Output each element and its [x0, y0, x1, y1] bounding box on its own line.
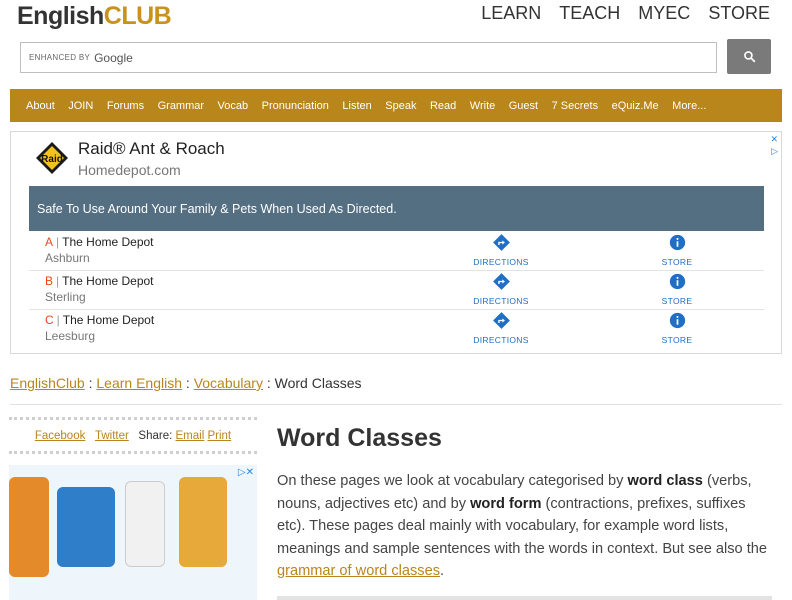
ad-store-name: B | The Home Depot: [45, 274, 154, 288]
breadcrumb-vocabulary[interactable]: Vocabulary: [194, 375, 263, 391]
info-icon: [669, 312, 685, 329]
top-nav-teach[interactable]: TEACH: [559, 3, 620, 24]
store-info-button[interactable]: STORE: [637, 312, 717, 345]
ad-store-row[interactable]: B | The Home Depot Sterling DIRECTIONS STO…: [29, 271, 764, 310]
breadcrumb-separator: :: [84, 375, 97, 391]
one-a-day-bottle: [9, 477, 49, 577]
directions-button[interactable]: DIRECTIONS: [461, 234, 541, 267]
logo-club: CLUB: [103, 2, 172, 30]
melatonin-bottle: [125, 481, 165, 567]
store-city: Sterling: [45, 290, 86, 304]
directions-label: DIRECTIONS: [473, 257, 529, 267]
ad-store-row[interactable]: C | The Home Depot Leesburg DIRECTIONS STO…: [29, 310, 764, 349]
svg-text:Raid: Raid: [41, 154, 63, 165]
info-icon: [669, 234, 685, 251]
store-city: Ashburn: [45, 251, 90, 265]
store-info-button[interactable]: STORE: [637, 273, 717, 306]
multivitamin-bottle: [57, 487, 115, 567]
store-name: The Home Depot: [62, 235, 154, 249]
directions-label: DIRECTIONS: [473, 296, 529, 306]
nav-listen[interactable]: Listen: [342, 100, 371, 112]
search-icon: [743, 51, 755, 63]
info-icon: [669, 273, 685, 290]
ad-store-list: A | The Home Depot Ashburn DIRECTIONS STOR…: [29, 232, 764, 349]
search-provider-label: Google: [94, 50, 133, 65]
sidebar-ad-image[interactable]: ▷✕: [9, 465, 257, 600]
store-letter: A: [45, 235, 54, 249]
breadcrumb-current: Word Classes: [274, 375, 362, 391]
breadcrumb-separator: :: [182, 375, 194, 391]
ad-domain[interactable]: Homedepot.com: [78, 162, 181, 178]
grammar-word-classes-link[interactable]: grammar of word classes: [277, 563, 440, 579]
nav-pronunciation[interactable]: Pronunciation: [262, 100, 329, 112]
breadcrumb-englishclub[interactable]: EnglishClub: [10, 375, 85, 391]
term-word-form: word form: [470, 495, 542, 512]
nav-equiz[interactable]: eQuiz.Me: [612, 100, 659, 112]
nav-join[interactable]: JOIN: [68, 100, 93, 112]
search-input[interactable]: ENHANCED BY Google: [20, 42, 717, 73]
store-name: The Home Depot: [62, 274, 154, 288]
ad-choices-icon[interactable]: ✕: [770, 134, 778, 145]
store-label: STORE: [661, 257, 693, 267]
store-letter: C: [45, 313, 54, 327]
search-button[interactable]: [727, 39, 771, 74]
nav-forums[interactable]: Forums: [107, 100, 144, 112]
top-nav-learn[interactable]: LEARN: [481, 3, 541, 24]
ad-choices-icon[interactable]: ▷✕: [238, 467, 254, 478]
divider: [10, 404, 782, 405]
ad-container[interactable]: Raid Raid® Ant & Roach Homedepot.com ✕ ▷…: [10, 131, 782, 354]
nav-speak[interactable]: Speak: [385, 100, 416, 112]
nav-guest[interactable]: Guest: [509, 100, 538, 112]
term-word-class: word class: [627, 473, 703, 489]
site-header: English CLUB LEARN TEACH MYEC STORE: [0, 0, 792, 40]
nav-about[interactable]: About: [26, 100, 55, 112]
intro-paragraph: On these pages we look at vocabulary cat…: [277, 473, 767, 579]
nav-more[interactable]: More...: [672, 100, 706, 112]
share-email-link[interactable]: Email: [176, 430, 205, 442]
ad-play-icon[interactable]: ▷: [771, 146, 778, 157]
ad-banner[interactable]: Safe To Use Around Your Family & Pets Wh…: [29, 186, 764, 231]
directions-button[interactable]: DIRECTIONS: [461, 273, 541, 306]
share-bar: Facebook Twitter Share: Email Print: [9, 417, 257, 454]
airborne-bottle: [179, 477, 227, 567]
nav-vocab[interactable]: Vocab: [218, 100, 249, 112]
top-nav: LEARN TEACH MYEC STORE: [481, 3, 770, 24]
store-city: Leesburg: [45, 329, 96, 343]
store-info-button[interactable]: STORE: [637, 234, 717, 267]
breadcrumb-learn-english[interactable]: Learn English: [96, 375, 182, 391]
content-box-edge: [277, 596, 772, 600]
top-nav-store[interactable]: STORE: [708, 3, 770, 24]
breadcrumb-separator: :: [262, 375, 275, 391]
nav-grammar[interactable]: Grammar: [158, 100, 204, 112]
share-twitter-link[interactable]: Twitter: [95, 430, 129, 442]
breadcrumb: EnglishClub : Learn English : Vocabulary…: [10, 375, 362, 391]
store-label: STORE: [661, 335, 693, 345]
ad-store-name: C | The Home Depot: [45, 313, 155, 327]
ad-title[interactable]: Raid® Ant & Roach: [78, 139, 225, 159]
share-facebook-link[interactable]: Facebook: [35, 430, 86, 442]
main-nav: About JOIN Forums Grammar Vocab Pronunci…: [10, 89, 782, 122]
raid-logo-icon: Raid: [36, 142, 68, 174]
nav-write[interactable]: Write: [470, 100, 495, 112]
search-enhanced-label: ENHANCED BY: [29, 53, 91, 62]
directions-label: DIRECTIONS: [473, 335, 529, 345]
store-name: The Home Depot: [62, 313, 155, 327]
directions-icon: [492, 234, 510, 251]
directions-button[interactable]: DIRECTIONS: [461, 312, 541, 345]
store-letter: B: [45, 274, 54, 288]
logo-english: English: [17, 2, 104, 30]
ad-store-name: A | The Home Depot: [45, 235, 154, 249]
share-print-link[interactable]: Print: [207, 430, 231, 442]
directions-icon: [492, 273, 510, 290]
directions-icon: [492, 312, 510, 329]
site-logo[interactable]: English CLUB: [17, 2, 172, 36]
top-nav-myec[interactable]: MYEC: [638, 3, 690, 24]
nav-7-secrets[interactable]: 7 Secrets: [552, 100, 598, 112]
ad-store-row[interactable]: A | The Home Depot Ashburn DIRECTIONS STOR…: [29, 232, 764, 271]
nav-read[interactable]: Read: [430, 100, 456, 112]
page-title: Word Classes: [277, 424, 442, 452]
share-label: Share:: [138, 429, 173, 442]
store-label: STORE: [661, 296, 693, 306]
